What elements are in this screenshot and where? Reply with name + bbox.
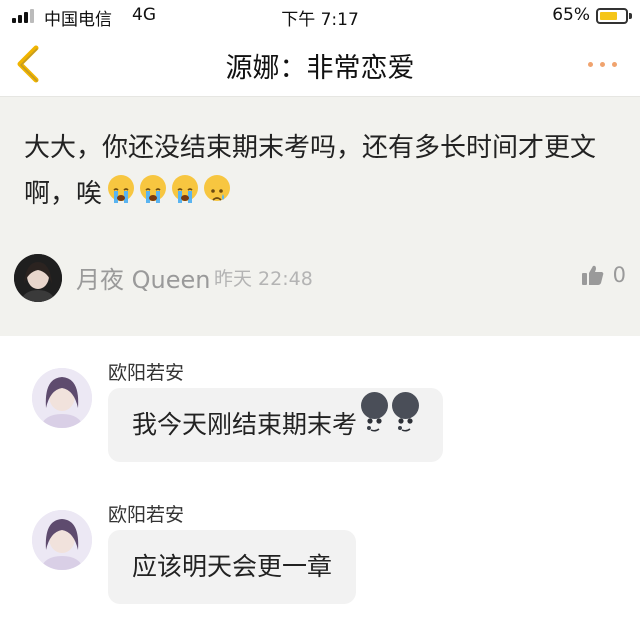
author-name[interactable]: 月夜 Queen [76, 260, 210, 295]
more-options-icon[interactable] [588, 54, 624, 74]
reply-text: 应该明天会更一章 [132, 552, 333, 581]
post-author-row: 月夜 Queen 昨天 22:48 0 [14, 252, 626, 302]
page-title: 源娜：非常恋爱 [225, 53, 415, 84]
like-button[interactable]: 0 [581, 260, 626, 290]
author-avatar[interactable] [14, 254, 62, 302]
loudly-crying-face-icon [140, 175, 167, 203]
status-bar: 中国电信 4G 下午 7:17 65% [0, 0, 640, 32]
loudly-crying-face-icon [172, 175, 199, 203]
post-timestamp: 昨天 22:48 [214, 268, 313, 290]
crying-face-icon [204, 175, 231, 201]
battery-icon [596, 8, 632, 24]
reply-item: 欧阳若安 我今天刚结束期末考 [0, 358, 640, 488]
reply-bubble: 我今天刚结束期末考 [108, 388, 444, 462]
replier-name[interactable]: 欧阳若安 [108, 358, 184, 385]
battery-percent: 65% [552, 5, 590, 25]
reply-bubble: 应该明天会更一章 [108, 530, 357, 604]
new-moon-face-icon [361, 392, 389, 432]
thumbs-up-icon [581, 265, 603, 285]
original-post: 大大，你还没结束期末考吗，还有多长时间才更文啊，唉 月夜 Queen 昨天 22… [0, 96, 640, 336]
replier-avatar[interactable] [32, 368, 92, 428]
status-time: 下午 7:17 [281, 10, 359, 30]
new-moon-face-icon [392, 392, 420, 432]
replier-name[interactable]: 欧阳若安 [108, 500, 184, 527]
nav-bar: 源娜：非常恋爱 [0, 32, 640, 96]
reply-text: 我今天刚结束期末考 [132, 410, 358, 439]
reply-item: 欧阳若安 应该明天会更一章 [0, 500, 640, 630]
post-body: 大大，你还没结束期末考吗，还有多长时间才更文啊，唉 [24, 125, 624, 217]
loudly-crying-face-icon [108, 175, 135, 203]
like-count: 0 [612, 263, 626, 287]
replier-avatar[interactable] [32, 510, 92, 570]
